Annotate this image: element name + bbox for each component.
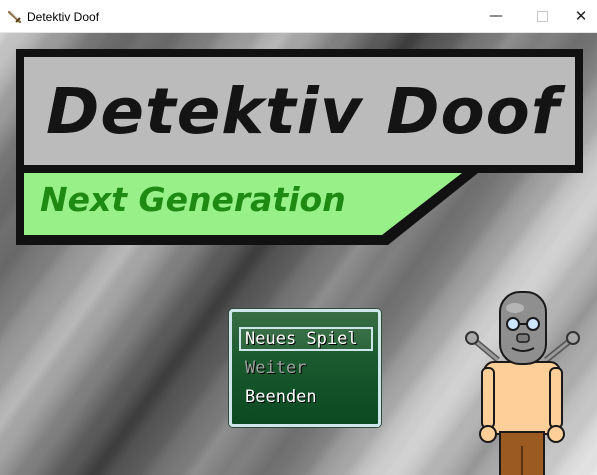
- menu-item-quit[interactable]: Beenden: [239, 385, 373, 409]
- title-menu: Neues Spiel Weiter Beenden: [229, 309, 381, 427]
- menu-item-new-game[interactable]: Neues Spiel: [239, 327, 373, 351]
- minimize-button[interactable]: —: [473, 0, 519, 32]
- minimize-icon: —: [489, 8, 503, 24]
- logo-subtitle: Next Generation: [40, 180, 346, 219]
- logo-frame: Detektiv Doof: [16, 49, 583, 173]
- maximize-icon: [536, 10, 548, 22]
- character-sprite: [465, 291, 580, 475]
- window-titlebar: Detektiv Doof — ✕: [0, 0, 597, 33]
- window-title: Detektiv Doof: [27, 10, 100, 24]
- logo-title: Detektiv Doof: [46, 74, 560, 148]
- close-icon: ✕: [574, 7, 588, 25]
- menu-item-continue[interactable]: Weiter: [239, 356, 373, 380]
- sword-icon: [7, 10, 22, 24]
- logo-panel: Detektiv Doof: [24, 57, 575, 165]
- close-button[interactable]: ✕: [558, 0, 597, 32]
- game-screen[interactable]: Detektiv Doof Next Generation Neues Spie…: [0, 33, 597, 475]
